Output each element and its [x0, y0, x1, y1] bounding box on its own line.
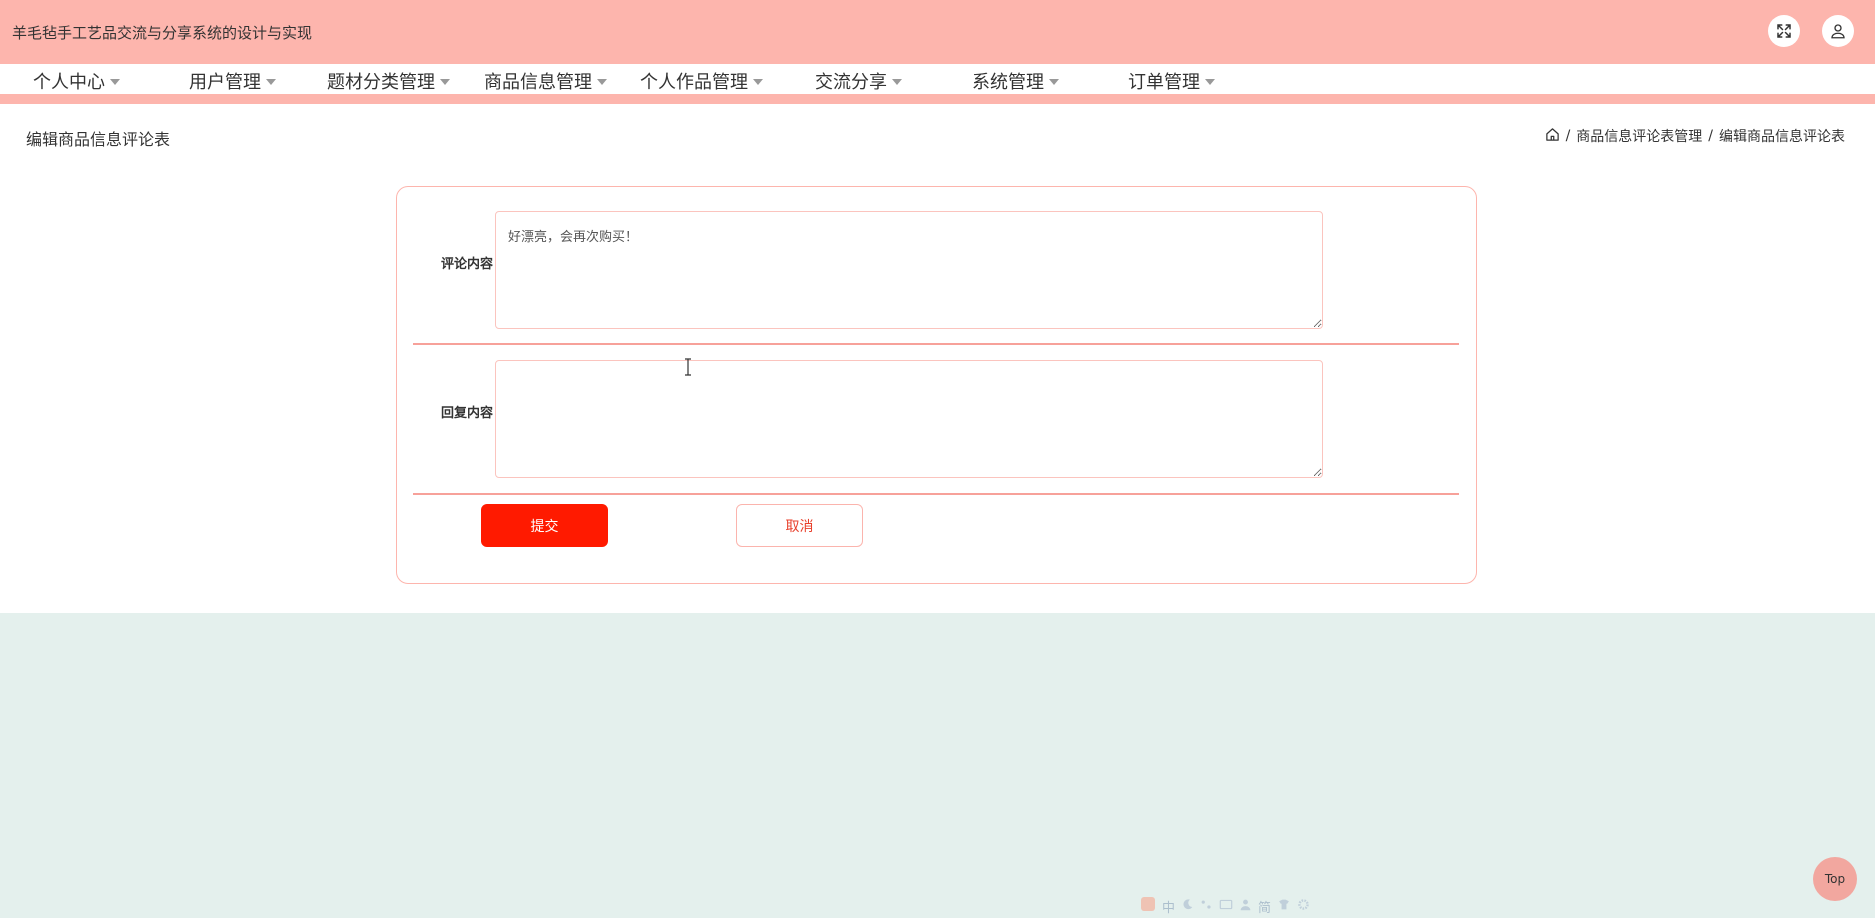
punctuation-icon[interactable]	[1200, 898, 1213, 915]
caret-down-icon	[1205, 79, 1215, 85]
breadcrumb-separator: /	[1708, 128, 1713, 144]
app-title: 羊毛毡手工艺品交流与分享系统的设计与实现	[12, 24, 313, 42]
keyboard-icon[interactable]	[1219, 898, 1233, 915]
nav-item-label: 系统管理	[972, 72, 1044, 93]
nav-item-label: 交流分享	[815, 72, 887, 93]
edit-form: 评论内容 回复内容 提交 取消	[396, 186, 1477, 584]
breadcrumb-item-comment-management[interactable]: 商品信息评论表管理	[1576, 126, 1702, 146]
nav-divider	[0, 94, 1875, 104]
caret-down-icon	[597, 79, 607, 85]
main-nav: 个人中心 用户管理 题材分类管理 商品信息管理 个人作品管理 交流分享 系统管理…	[0, 64, 1875, 94]
caret-down-icon	[753, 79, 763, 85]
nav-item-personal-center[interactable]: 个人中心	[33, 68, 120, 94]
user-icon[interactable]	[1822, 15, 1854, 47]
comment-textarea[interactable]	[495, 211, 1323, 329]
reply-textarea[interactable]	[495, 360, 1323, 478]
fullscreen-icon[interactable]	[1768, 15, 1800, 47]
nav-item-label: 题材分类管理	[327, 72, 435, 93]
app-header: 羊毛毡手工艺品交流与分享系统的设计与实现	[0, 0, 1875, 64]
nav-item-label: 订单管理	[1128, 72, 1200, 93]
back-to-top-button[interactable]: Top	[1813, 857, 1857, 901]
nav-item-theme-category[interactable]: 题材分类管理	[327, 68, 450, 94]
form-row-reply: 回复内容	[413, 360, 1459, 495]
nav-item-personal-works[interactable]: 个人作品管理	[640, 68, 763, 94]
caret-down-icon	[892, 79, 902, 85]
ime-mode-label[interactable]: 中	[1162, 897, 1175, 916]
reply-label: 回复内容	[440, 406, 493, 421]
nav-item-product-info[interactable]: 商品信息管理	[484, 68, 607, 94]
nav-item-label: 商品信息管理	[484, 72, 592, 93]
comment-label: 评论内容	[440, 257, 493, 272]
caret-down-icon	[440, 79, 450, 85]
breadcrumb-item-current: 编辑商品信息评论表	[1719, 129, 1845, 145]
ime-toolbar: 中 简	[1140, 896, 1310, 916]
home-icon[interactable]	[1545, 127, 1560, 146]
user-icon-small[interactable]	[1239, 898, 1252, 915]
nav-item-exchange-share[interactable]: 交流分享	[815, 68, 902, 94]
page-background-bottom	[0, 613, 1875, 918]
nav-item-user-management[interactable]: 用户管理	[189, 68, 276, 94]
nav-item-order-management[interactable]: 订单管理	[1128, 68, 1215, 94]
breadcrumb: / 商品信息评论表管理 / 编辑商品信息评论表	[1545, 126, 1845, 146]
page-title: 编辑商品信息评论表	[26, 130, 171, 149]
form-row-comment: 评论内容	[413, 211, 1459, 345]
nav-item-label: 个人中心	[33, 72, 105, 93]
caret-down-icon	[110, 79, 120, 85]
cancel-button[interactable]: 取消	[736, 504, 863, 547]
breadcrumb-separator: /	[1565, 128, 1571, 144]
submit-button[interactable]: 提交	[481, 504, 608, 547]
caret-down-icon	[266, 79, 276, 85]
skin-icon[interactable]	[1277, 898, 1291, 915]
ime-simplified-label[interactable]: 简	[1258, 897, 1271, 916]
nav-item-label: 个人作品管理	[640, 72, 748, 93]
text-cursor-icon	[683, 358, 693, 376]
nav-item-system-management[interactable]: 系统管理	[972, 68, 1059, 94]
nav-item-label: 用户管理	[189, 72, 261, 93]
settings-gear-icon[interactable]	[1297, 898, 1310, 915]
moon-icon[interactable]	[1181, 898, 1194, 915]
ime-logo-icon	[1140, 896, 1156, 916]
caret-down-icon	[1049, 79, 1059, 85]
